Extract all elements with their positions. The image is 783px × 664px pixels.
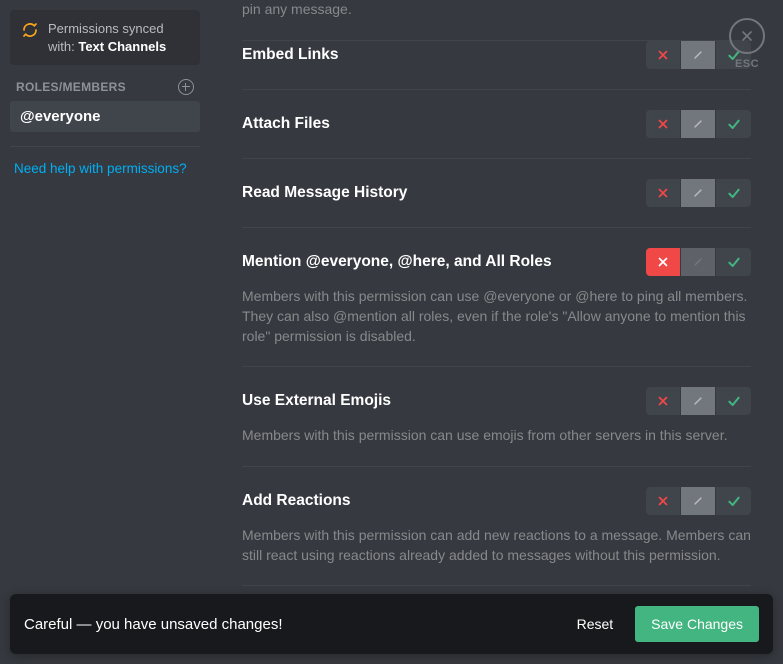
permissions-sync-notice: Permissions synced with: Text Channels [10,10,200,65]
permission-add_reactions: Add Reactions Members with this permissio… [242,467,751,587]
permission-deny-button[interactable] [646,487,681,515]
permission-title: Attach Files [242,115,330,133]
cutoff-previous-description: pin any message. [242,0,751,41]
permission-use_external_emojis: Use External Emojis Members with this per… [242,367,751,466]
unsaved-message: Careful — you have unsaved changes! [24,616,555,633]
permission-title: Embed Links [242,46,338,64]
permission-description: Members with this permission can use emo… [242,425,751,445]
permissions-panel: pin any message. Embed Links Attach Files… [210,0,783,664]
permission-tristate [646,387,751,415]
permission-title: Add Reactions [242,492,351,510]
permission-deny-button[interactable] [646,110,681,138]
permission-neutral-button[interactable] [681,487,716,515]
permission-allow-button[interactable] [716,179,751,207]
permission-title: Mention @everyone, @here, and All Roles [242,253,552,271]
permission-allow-button[interactable] [716,387,751,415]
permission-allow-button[interactable] [716,110,751,138]
permission-deny-button[interactable] [646,179,681,207]
permission-mention_everyone: Mention @everyone, @here, and All Roles M… [242,228,751,368]
permission-neutral-button[interactable] [681,110,716,138]
close-icon [739,28,755,44]
sync-icon [22,22,38,43]
permission-description: Members with this permission can add new… [242,525,751,566]
add-role-button[interactable] [178,79,194,95]
permission-title: Use External Emojis [242,392,391,410]
permission-allow-button[interactable] [716,487,751,515]
save-changes-button[interactable]: Save Changes [635,606,759,642]
permission-read_message_history: Read Message History [242,159,751,228]
sidebar-divider [10,146,200,147]
permission-description: Members with this permission can use @ev… [242,286,751,347]
sidebar: Permissions synced with: Text Channels R… [0,0,210,664]
permission-neutral-button[interactable] [681,387,716,415]
roles-members-header: ROLES/MEMBERS [10,65,200,101]
permission-attach_files: Attach Files [242,90,751,159]
unsaved-changes-bar: Careful — you have unsaved changes! Rese… [10,594,773,654]
reset-button[interactable]: Reset [569,610,622,638]
permission-neutral-button[interactable] [681,41,716,69]
permission-neutral-button[interactable] [681,179,716,207]
permission-deny-button[interactable] [646,387,681,415]
close-button[interactable]: ESC [729,18,765,70]
permission-deny-button[interactable] [646,41,681,69]
permission-tristate [646,487,751,515]
permission-allow-button[interactable] [716,248,751,276]
permission-embed_links: Embed Links [242,41,751,90]
esc-label: ESC [729,58,765,70]
permission-title: Read Message History [242,184,407,202]
permission-deny-button[interactable] [646,248,681,276]
permissions-help-link[interactable]: Need help with permissions? [10,161,200,176]
permission-tristate [646,110,751,138]
sync-text: Permissions synced with: Text Channels [48,20,188,55]
permission-tristate [646,179,751,207]
permission-tristate [646,248,751,276]
permission-neutral-button[interactable] [681,248,716,276]
role-item[interactable]: @everyone [10,101,200,132]
